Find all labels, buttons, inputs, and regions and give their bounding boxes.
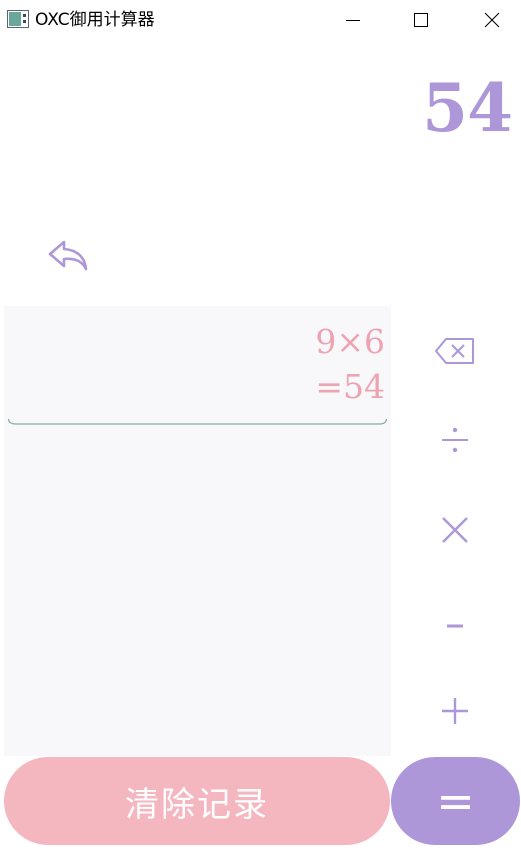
maximize-button[interactable] [398,0,444,40]
multiply-button[interactable] [425,500,485,560]
divide-button[interactable] [425,410,485,470]
divide-icon [442,427,468,453]
clear-history-button[interactable]: 清除记录 [4,757,390,845]
history-entry[interactable]: 9×6 =54 [4,306,391,428]
multiply-icon [442,517,468,543]
backspace-button[interactable] [425,321,485,381]
result-display: 54 [422,69,513,147]
calculator-app-icon [7,10,29,28]
back-button[interactable] [44,236,92,276]
history-expression: 9×6 [315,322,385,361]
subtract-button[interactable] [425,595,485,655]
undo-arrow-icon [48,240,88,271]
title-bar[interactable]: OXC御用计算器 [0,0,521,40]
window-title: OXC御用计算器 [35,10,155,30]
minus-icon [447,624,463,628]
calculator-window: OXC御用计算器 54 9×6 =54 清除记录 = [0,0,521,853]
equals-button[interactable]: = [391,757,520,845]
backspace-icon [435,338,474,364]
minimize-icon [346,20,360,21]
close-icon [484,12,500,28]
history-panel[interactable]: 9×6 =54 [4,306,391,756]
plus-icon [442,698,468,724]
maximize-icon [414,13,428,27]
minimize-button[interactable] [330,0,376,40]
close-button[interactable] [469,0,515,40]
history-result: =54 [315,367,385,406]
add-button[interactable] [425,681,485,741]
history-divider [8,418,387,425]
